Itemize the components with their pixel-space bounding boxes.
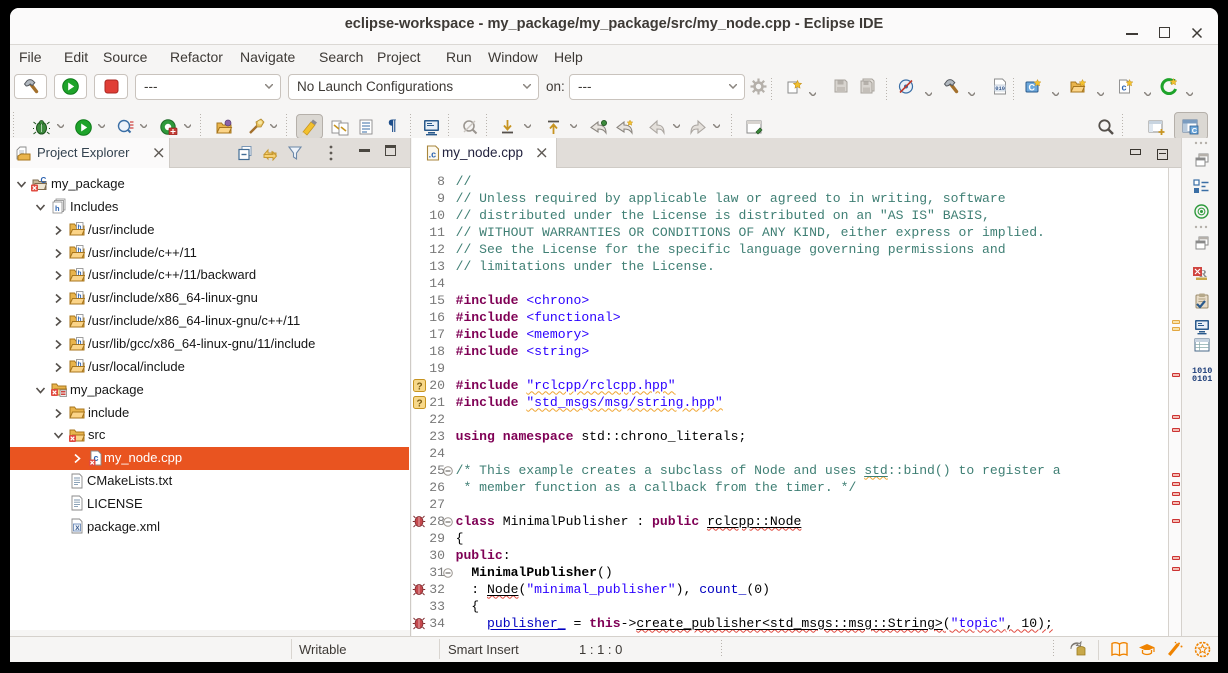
svg-text:.c: .c — [429, 150, 437, 160]
svg-text:?: ? — [417, 398, 423, 409]
svg-text:010: 010 — [995, 85, 1005, 92]
svg-text:?: ? — [417, 381, 423, 392]
svg-text:c: c — [1122, 83, 1127, 93]
svg-text:C: C — [1192, 126, 1198, 135]
svg-text:C: C — [1029, 83, 1036, 93]
